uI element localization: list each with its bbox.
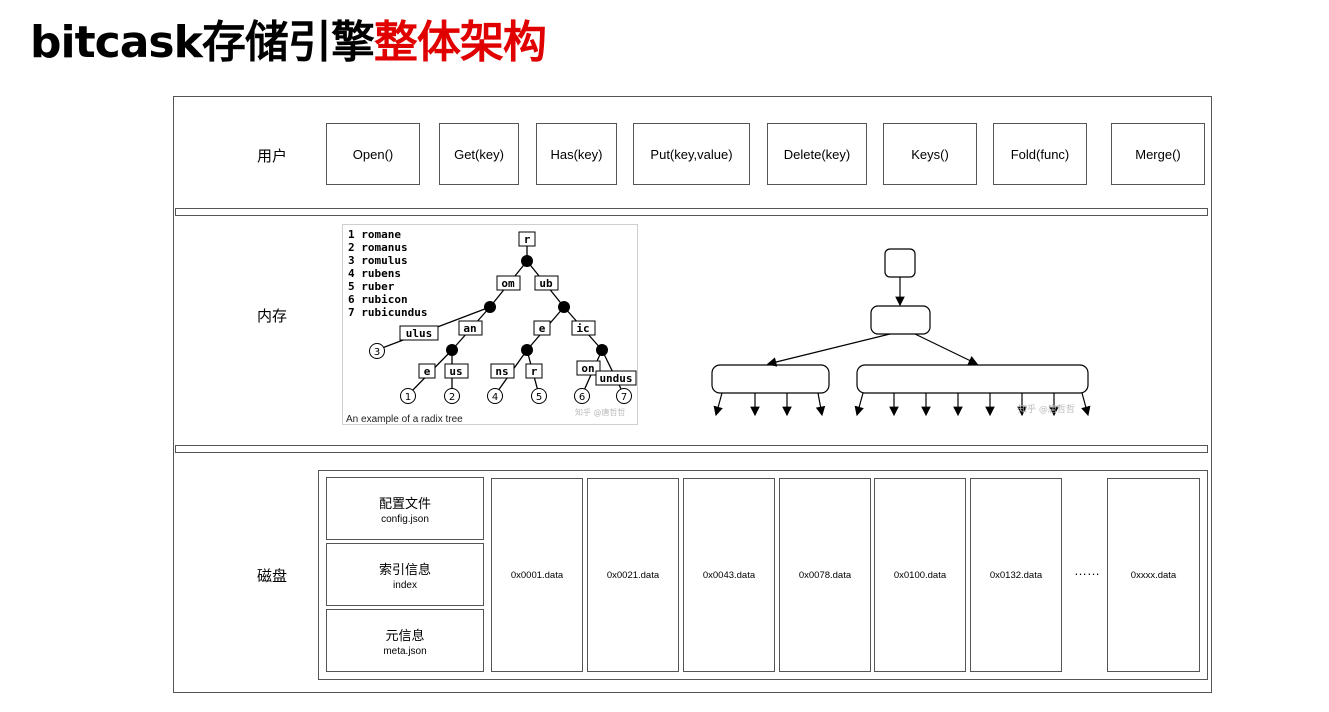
op-put: Put(key,value) xyxy=(633,123,750,185)
radix-leaf: 3 xyxy=(374,347,380,358)
data-file: 0x0100.data xyxy=(874,478,966,672)
config-file-name: config.json xyxy=(381,513,429,525)
layer-divider-2 xyxy=(175,445,1208,453)
radix-word: 2 romanus xyxy=(348,241,408,254)
config-file-box: 配置文件 config.json xyxy=(326,477,484,540)
radix-edge-label: e xyxy=(539,322,546,335)
radix-edge-label: an xyxy=(463,322,476,335)
layer-divider-1 xyxy=(175,208,1208,216)
radix-edge-label: on xyxy=(581,362,594,375)
radix-leaf: 7 xyxy=(621,392,627,403)
radix-node xyxy=(558,301,570,313)
index-file-label: 索引信息 xyxy=(378,561,431,577)
btree-internal-node xyxy=(870,305,931,335)
op-get: Get(key) xyxy=(439,123,519,185)
layer-label-disk: 磁盘 xyxy=(257,567,288,585)
op-delete: Delete(key) xyxy=(767,123,867,185)
btree-root-node xyxy=(884,248,916,278)
op-fold: Fold(func) xyxy=(993,123,1087,185)
radix-edge-label: us xyxy=(449,365,462,378)
slide-title: bitcask存储引擎整体架构 xyxy=(30,6,547,70)
index-file-box: 索引信息 index xyxy=(326,543,484,606)
radix-watermark: 知乎 @唐哲哲 xyxy=(575,407,626,417)
radix-word: 1 romane xyxy=(348,228,401,241)
radix-word: 5 ruber xyxy=(348,280,395,293)
radix-edge-label: ic xyxy=(576,322,589,335)
radix-node xyxy=(484,301,496,313)
data-file: 0x0132.data xyxy=(970,478,1062,672)
radix-node xyxy=(521,344,533,356)
radix-leaf: 2 xyxy=(449,392,455,403)
op-keys: Keys() xyxy=(883,123,977,185)
radix-edge-label: undus xyxy=(599,372,632,385)
radix-edge-label: om xyxy=(501,277,515,290)
data-file: 0x0078.data xyxy=(779,478,871,672)
radix-edge-label: ns xyxy=(495,365,508,378)
radix-tree-svg: 1 romane 2 romanus 3 romulus 4 rubens 5 … xyxy=(348,228,637,417)
radix-edge-label: ulus xyxy=(406,327,433,340)
radix-node xyxy=(446,344,458,356)
meta-file-box: 元信息 meta.json xyxy=(326,609,484,672)
radix-tree-figure: 1 romane 2 romanus 3 romulus 4 rubens 5 … xyxy=(342,224,638,425)
data-file: 0x0001.data xyxy=(491,478,583,672)
layer-label-memory: 内存 xyxy=(257,307,288,325)
title-red: 整体架构 xyxy=(373,17,547,68)
meta-file-label: 元信息 xyxy=(385,627,425,643)
radix-node xyxy=(596,344,608,356)
btree-figure: 知乎 @唐哲哲 xyxy=(700,240,1100,424)
radix-edge-label: r xyxy=(531,365,538,378)
op-open: Open() xyxy=(326,123,420,185)
data-file: 0x0021.data xyxy=(587,478,679,672)
config-file-label: 配置文件 xyxy=(378,495,431,511)
radix-word: 6 rubicon xyxy=(348,293,408,306)
radix-word: 4 rubens xyxy=(348,267,401,280)
radix-node xyxy=(521,255,533,267)
data-file-last: 0xxxx.data xyxy=(1107,478,1200,672)
radix-edge-label: ub xyxy=(539,277,553,290)
title-black: bitcask存储引擎 xyxy=(30,17,375,68)
radix-leaf: 4 xyxy=(492,392,498,403)
radix-word: 3 romulus xyxy=(348,254,408,267)
radix-edge-label: r xyxy=(524,233,531,246)
btree-svg: 知乎 @唐哲哲 xyxy=(711,248,1091,417)
radix-leaf: 6 xyxy=(579,392,585,403)
op-has: Has(key) xyxy=(536,123,617,185)
op-merge: Merge() xyxy=(1111,123,1205,185)
radix-caption: An example of a radix tree xyxy=(346,414,463,425)
more-files-ellipsis: …… xyxy=(1074,563,1100,578)
radix-edge-label: e xyxy=(424,365,431,378)
radix-leaf: 1 xyxy=(405,392,411,403)
btree-watermark: 知乎 @唐哲哲 xyxy=(1018,403,1075,415)
meta-file-name: meta.json xyxy=(383,645,427,657)
radix-leaf: 5 xyxy=(536,392,542,403)
btree-leaf-node xyxy=(856,364,1089,394)
layer-label-user: 用户 xyxy=(257,147,288,165)
radix-word: 7 rubicundus xyxy=(348,306,427,319)
btree-leaf-node xyxy=(711,364,830,394)
data-file: 0x0043.data xyxy=(683,478,775,672)
index-file-name: index xyxy=(393,579,417,591)
